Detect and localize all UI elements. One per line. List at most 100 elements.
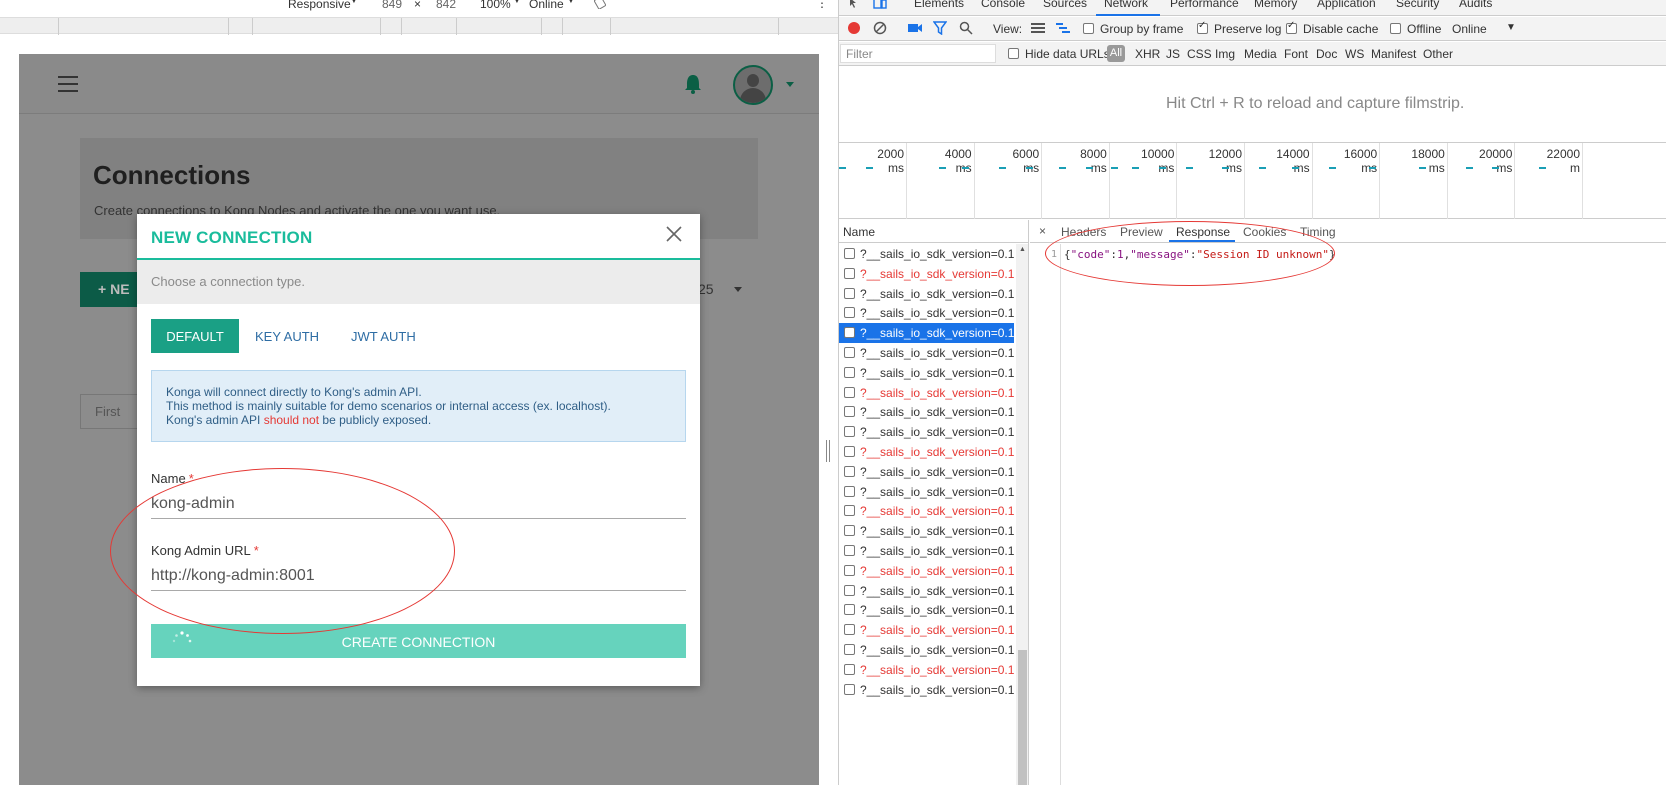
request-list-scroll-thumb[interactable] (1018, 650, 1027, 785)
offline-label: Offline (1407, 22, 1442, 36)
rotate-icon[interactable] (593, 0, 607, 12)
tab-audits[interactable]: Audits (1459, 0, 1492, 10)
filter-media[interactable]: Media (1244, 47, 1277, 61)
timeline-gridline (1176, 143, 1178, 219)
tab-performance[interactable]: Performance (1170, 0, 1239, 10)
inspect-element-icon[interactable] (849, 0, 861, 12)
request-row[interactable]: ?__sails_io_sdk_version=0.13.8... (839, 482, 1014, 502)
device-select[interactable]: Responsive (288, 0, 351, 11)
filter-doc[interactable]: Doc (1316, 47, 1337, 61)
request-type-icon (844, 644, 855, 655)
page-title: Connections (93, 160, 251, 190)
network-filter-input[interactable]: Filter (840, 44, 996, 63)
request-type-icon (844, 446, 855, 457)
name-column-header[interactable]: Name (839, 220, 1029, 243)
request-row[interactable]: ?__sails_io_sdk_version=0.13.8... (839, 402, 1014, 422)
search-icon[interactable] (959, 21, 973, 38)
request-row[interactable]: ?__sails_io_sdk_version=0.13.8... (839, 442, 1014, 462)
tab-application[interactable]: Application (1317, 0, 1376, 10)
hide-data-urls-checkbox[interactable] (1008, 48, 1019, 59)
filter-css[interactable]: CSS (1187, 47, 1212, 61)
zoom-caret-icon: ▼ (512, 0, 522, 6)
tab-console[interactable]: Console (981, 0, 1025, 10)
request-name: ?__sails_io_sdk_version=0.13.8... (860, 563, 1014, 578)
zoom-select[interactable]: 100% (480, 0, 511, 11)
more-options-icon[interactable]: ⋮ (816, 0, 828, 10)
panel-resizer[interactable] (825, 440, 831, 462)
tab-network[interactable]: Network (1104, 0, 1148, 10)
request-type-icon (844, 366, 855, 378)
timeline-request-mark (1159, 167, 1166, 169)
request-row[interactable]: ?__sails_io_sdk_version=0.13.8... (839, 303, 1014, 323)
timeline-request-mark (1186, 167, 1193, 169)
waterfall-icon[interactable] (1056, 23, 1070, 37)
request-row[interactable]: ?__sails_io_sdk_version=0.13.8... (839, 640, 1014, 660)
large-rows-icon[interactable] (1031, 23, 1045, 37)
user-avatar[interactable] (733, 65, 773, 105)
device-height-input[interactable]: 842 (436, 0, 456, 11)
request-row[interactable]: ?__sails_io_sdk_version=0.13.8... (839, 363, 1014, 383)
close-icon[interactable] (664, 224, 684, 244)
timeline-tick-label: 2000 ms (877, 147, 904, 175)
filter-font[interactable]: Font (1284, 47, 1308, 61)
hamburger-menu-icon[interactable] (58, 76, 78, 92)
request-row[interactable]: ?__sails_io_sdk_version=0.13.8... (839, 541, 1014, 561)
bell-icon[interactable] (682, 72, 704, 96)
camera-icon[interactable] (907, 22, 923, 37)
clear-icon[interactable] (873, 21, 887, 38)
filter-img[interactable]: Img (1215, 47, 1235, 61)
filter-all[interactable]: All (1107, 45, 1125, 62)
filter-icon[interactable] (932, 21, 948, 38)
network-throttle-select[interactable]: Online (1452, 22, 1487, 36)
user-menu-caret-icon[interactable] (786, 82, 794, 87)
timeline-tick-label: 22000 m (1546, 147, 1580, 175)
record-icon[interactable] (847, 21, 861, 38)
group-by-frame-checkbox[interactable] (1083, 23, 1094, 34)
device-width-input[interactable]: 849 (382, 0, 402, 11)
timeline-gridline (1379, 143, 1381, 219)
device-toolbar-icon[interactable] (873, 0, 887, 12)
tab-key-auth[interactable]: KEY AUTH (255, 319, 319, 353)
filter-manifest[interactable]: Manifest (1371, 47, 1416, 61)
request-row[interactable]: ?__sails_io_sdk_version=0.13.8... (839, 501, 1014, 521)
disable-cache-checkbox[interactable] (1286, 20, 1297, 34)
request-row[interactable]: ?__sails_io_sdk_version=0.13.8... (839, 600, 1014, 620)
request-row[interactable]: ?__sails_io_sdk_version=0.13.8... (839, 620, 1014, 640)
per-page-select[interactable]: 25 (698, 281, 714, 297)
request-row[interactable]: ?__sails_io_sdk_version=0.13.8... (839, 383, 1014, 403)
filter-other[interactable]: Other (1423, 47, 1453, 61)
filter-xhr[interactable]: XHR (1135, 47, 1160, 61)
request-row[interactable]: ?__sails_io_sdk_version=0.13.8... (839, 323, 1014, 344)
filter-js[interactable]: JS (1166, 47, 1180, 61)
preserve-log-checkbox[interactable] (1197, 20, 1208, 34)
request-row[interactable]: ?__sails_io_sdk_version=0.13.8... (839, 462, 1014, 482)
request-row[interactable]: ?__sails_io_sdk_version=0.13.8... (839, 521, 1014, 541)
request-row[interactable]: ?__sails_io_sdk_version=0.13.8... (839, 264, 1014, 284)
timeline-tick-label: 16000 ms (1343, 147, 1378, 175)
tab-memory[interactable]: Memory (1254, 0, 1297, 10)
close-detail-icon[interactable]: × (1039, 224, 1046, 238)
request-row[interactable]: ?__sails_io_sdk_version=0.13.8... (839, 343, 1014, 363)
devtools-tab-bar: Elements Console Sources Network Perform… (839, 0, 1666, 16)
request-row[interactable]: ?__sails_io_sdk_version=0.13.8... (839, 680, 1014, 700)
request-row[interactable]: ?__sails_io_sdk_version=0.13.8... (839, 581, 1014, 601)
network-throttle-caret-icon: ▼ (1506, 22, 1516, 33)
request-type-icon (844, 386, 855, 398)
tab-default[interactable]: DEFAULT (151, 319, 239, 353)
tab-security[interactable]: Security (1396, 0, 1439, 10)
network-overview-timeline: 2000 ms 4000 ms 6000 ms 8000 ms 10000 ms 1200… (839, 143, 1666, 219)
new-connection-button-label: NE (110, 281, 130, 297)
tab-elements[interactable]: Elements (914, 0, 964, 10)
request-row[interactable]: ?__sails_io_sdk_version=0.13.8... (839, 244, 1014, 264)
request-row[interactable]: ?__sails_io_sdk_version=0.13.8... (839, 660, 1014, 680)
request-row[interactable]: ?__sails_io_sdk_version=0.13.8... (839, 561, 1014, 581)
request-row[interactable]: ?__sails_io_sdk_version=0.13.8... (839, 422, 1014, 442)
offline-checkbox[interactable] (1390, 23, 1401, 34)
throttle-select[interactable]: Online (529, 0, 564, 11)
request-row[interactable]: ?__sails_io_sdk_version=0.13.8... (839, 284, 1014, 304)
scroll-up-icon[interactable]: ▲ (1019, 246, 1026, 253)
timeline-request-mark (1132, 167, 1139, 169)
tab-jwt-auth[interactable]: JWT AUTH (351, 319, 416, 353)
tab-sources[interactable]: Sources (1043, 0, 1087, 10)
filter-ws[interactable]: WS (1345, 47, 1364, 61)
